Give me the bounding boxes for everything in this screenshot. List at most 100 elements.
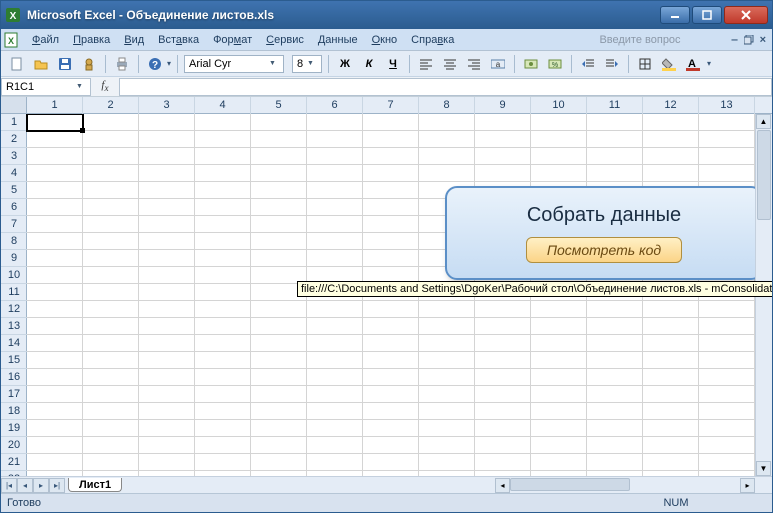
cell[interactable] (587, 352, 643, 369)
cell[interactable] (195, 301, 251, 318)
cell[interactable] (83, 352, 139, 369)
cell[interactable] (195, 148, 251, 165)
cell[interactable] (475, 369, 531, 386)
column-header[interactable]: 1 (27, 97, 83, 114)
cell[interactable] (307, 437, 363, 454)
cell[interactable] (195, 471, 251, 476)
align-left-icon[interactable] (416, 54, 436, 74)
row-header[interactable]: 7 (1, 216, 27, 233)
italic-button[interactable]: К (359, 54, 379, 74)
column-header[interactable]: 13 (699, 97, 755, 114)
cell[interactable] (363, 182, 419, 199)
cell[interactable] (419, 437, 475, 454)
align-right-icon[interactable] (464, 54, 484, 74)
cell[interactable] (251, 301, 307, 318)
align-center-icon[interactable] (440, 54, 460, 74)
scroll-down-icon[interactable]: ▼ (756, 461, 771, 476)
cell[interactable] (643, 386, 699, 403)
cell[interactable] (307, 199, 363, 216)
menu-format[interactable]: Формат (206, 32, 259, 48)
underline-button[interactable]: Ч (383, 54, 403, 74)
cell[interactable] (139, 437, 195, 454)
cell[interactable] (307, 301, 363, 318)
cell[interactable] (643, 335, 699, 352)
name-box[interactable]: R1C1▼ (1, 78, 91, 96)
cell[interactable] (587, 369, 643, 386)
cell[interactable] (27, 454, 83, 471)
cell[interactable] (27, 233, 83, 250)
cell[interactable] (475, 335, 531, 352)
cell[interactable] (195, 267, 251, 284)
cell[interactable] (363, 199, 419, 216)
cell[interactable] (27, 165, 83, 182)
cell[interactable] (307, 165, 363, 182)
cell[interactable] (139, 301, 195, 318)
row-header[interactable]: 6 (1, 199, 27, 216)
cell[interactable] (699, 148, 755, 165)
cell[interactable] (251, 454, 307, 471)
cell[interactable] (419, 131, 475, 148)
font-selector[interactable]: Arial Cyr▼ (184, 55, 284, 73)
cell[interactable] (643, 454, 699, 471)
cell[interactable] (307, 216, 363, 233)
cell[interactable] (307, 386, 363, 403)
cell[interactable] (643, 148, 699, 165)
cell[interactable] (307, 471, 363, 476)
cell[interactable] (139, 403, 195, 420)
cell[interactable] (363, 148, 419, 165)
cell[interactable] (643, 131, 699, 148)
maximize-button[interactable] (692, 6, 722, 24)
cell[interactable] (27, 267, 83, 284)
column-header[interactable]: 6 (307, 97, 363, 114)
toolbar-overflow-icon[interactable]: ▾ (167, 59, 171, 68)
cell[interactable] (83, 131, 139, 148)
cell[interactable] (83, 284, 139, 301)
cell[interactable] (251, 352, 307, 369)
row-header[interactable]: 16 (1, 369, 27, 386)
column-header[interactable]: 10 (531, 97, 587, 114)
cell[interactable] (643, 403, 699, 420)
cell[interactable] (587, 471, 643, 476)
cell[interactable] (363, 131, 419, 148)
cell[interactable] (475, 403, 531, 420)
cell[interactable] (363, 386, 419, 403)
row-header[interactable]: 12 (1, 301, 27, 318)
row-header[interactable]: 21 (1, 454, 27, 471)
scroll-right-icon[interactable]: ▸ (740, 478, 755, 493)
cell[interactable] (699, 403, 755, 420)
horizontal-scrollbar[interactable] (510, 478, 740, 493)
cell[interactable] (699, 437, 755, 454)
row-header[interactable]: 2 (1, 131, 27, 148)
cell[interactable] (419, 318, 475, 335)
cell[interactable] (643, 369, 699, 386)
cell[interactable] (139, 335, 195, 352)
cell[interactable] (643, 318, 699, 335)
cell[interactable] (307, 148, 363, 165)
cell[interactable] (531, 301, 587, 318)
cell[interactable] (363, 454, 419, 471)
close-button[interactable] (724, 6, 768, 24)
cell[interactable] (475, 437, 531, 454)
cell[interactable] (251, 335, 307, 352)
cell[interactable] (587, 420, 643, 437)
cell[interactable] (27, 471, 83, 476)
cells-grid[interactable]: Собрать данные Посмотреть код file:///C:… (27, 114, 755, 476)
cell[interactable] (363, 369, 419, 386)
row-header[interactable]: 14 (1, 335, 27, 352)
row-header[interactable]: 17 (1, 386, 27, 403)
menu-insert[interactable]: Вставка (151, 32, 206, 48)
cell[interactable] (195, 131, 251, 148)
cell[interactable] (531, 335, 587, 352)
cell[interactable] (83, 114, 139, 131)
cell[interactable] (363, 250, 419, 267)
column-header[interactable]: 12 (643, 97, 699, 114)
cell[interactable] (83, 182, 139, 199)
cell[interactable] (699, 471, 755, 476)
cell[interactable] (531, 148, 587, 165)
sheet-tab[interactable]: Лист1 (68, 478, 122, 492)
cell[interactable] (307, 233, 363, 250)
cell[interactable] (699, 454, 755, 471)
cell[interactable] (251, 199, 307, 216)
cell[interactable] (139, 369, 195, 386)
cell[interactable] (83, 165, 139, 182)
